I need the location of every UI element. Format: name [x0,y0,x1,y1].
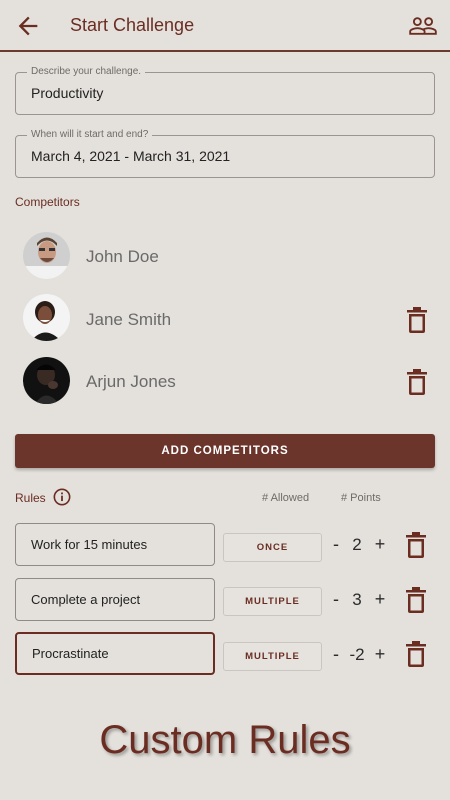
page-title: Start Challenge [70,15,195,35]
delete-rule-icon[interactable] [404,587,428,613]
allowed-column-header: # Allowed [262,492,310,504]
delete-competitor-icon[interactable] [405,369,429,395]
competitor-name: John Doe [86,247,159,266]
rules-label: Rules [15,491,46,505]
delete-competitor-icon[interactable] [405,307,429,333]
description-label: Describe your challenge. [27,66,146,77]
avatar [23,232,70,279]
people-icon[interactable] [408,11,438,41]
increment-button[interactable]: + [372,534,388,555]
avatar [23,294,70,341]
back-arrow-icon[interactable] [14,12,42,40]
rule-text-input[interactable] [15,578,215,621]
competitor-name: Arjun Jones [86,372,176,391]
rule-points: -2 [349,645,365,664]
rule-text-input[interactable] [15,523,215,566]
description-field[interactable]: Describe your challenge. [15,66,435,115]
rule-frequency-button[interactable]: MULTIPLE [223,587,322,616]
date-range-field[interactable]: When will it start and end? [15,129,435,178]
description-input[interactable] [31,85,421,101]
delete-rule-icon[interactable] [404,532,428,558]
promo-caption: Custom Rules [99,718,351,762]
date-range-label: When will it start and end? [27,129,153,140]
info-icon[interactable] [53,488,71,506]
rule-frequency-button[interactable]: MULTIPLE [223,642,322,671]
rule-points: 3 [352,590,362,609]
add-competitors-button[interactable]: ADD COMPETITORS [15,434,435,468]
rule-frequency-button[interactable]: ONCE [223,533,322,562]
rule-text-input[interactable] [15,632,215,675]
app-bar: Start Challenge [0,0,450,52]
date-range-input[interactable] [31,148,421,164]
competitor-name: Jane Smith [86,310,172,329]
competitor-row: Arjun Jones [0,355,450,411]
increment-button[interactable]: + [372,644,388,665]
competitor-row: Jane Smith [0,293,450,349]
competitor-row: John Doe [0,230,450,286]
increment-button[interactable]: + [372,589,388,610]
points-column-header: # Points [341,492,381,504]
delete-rule-icon[interactable] [404,641,428,667]
competitors-label: Competitors [15,195,80,209]
avatar [23,357,70,404]
rule-points: 2 [352,535,362,554]
